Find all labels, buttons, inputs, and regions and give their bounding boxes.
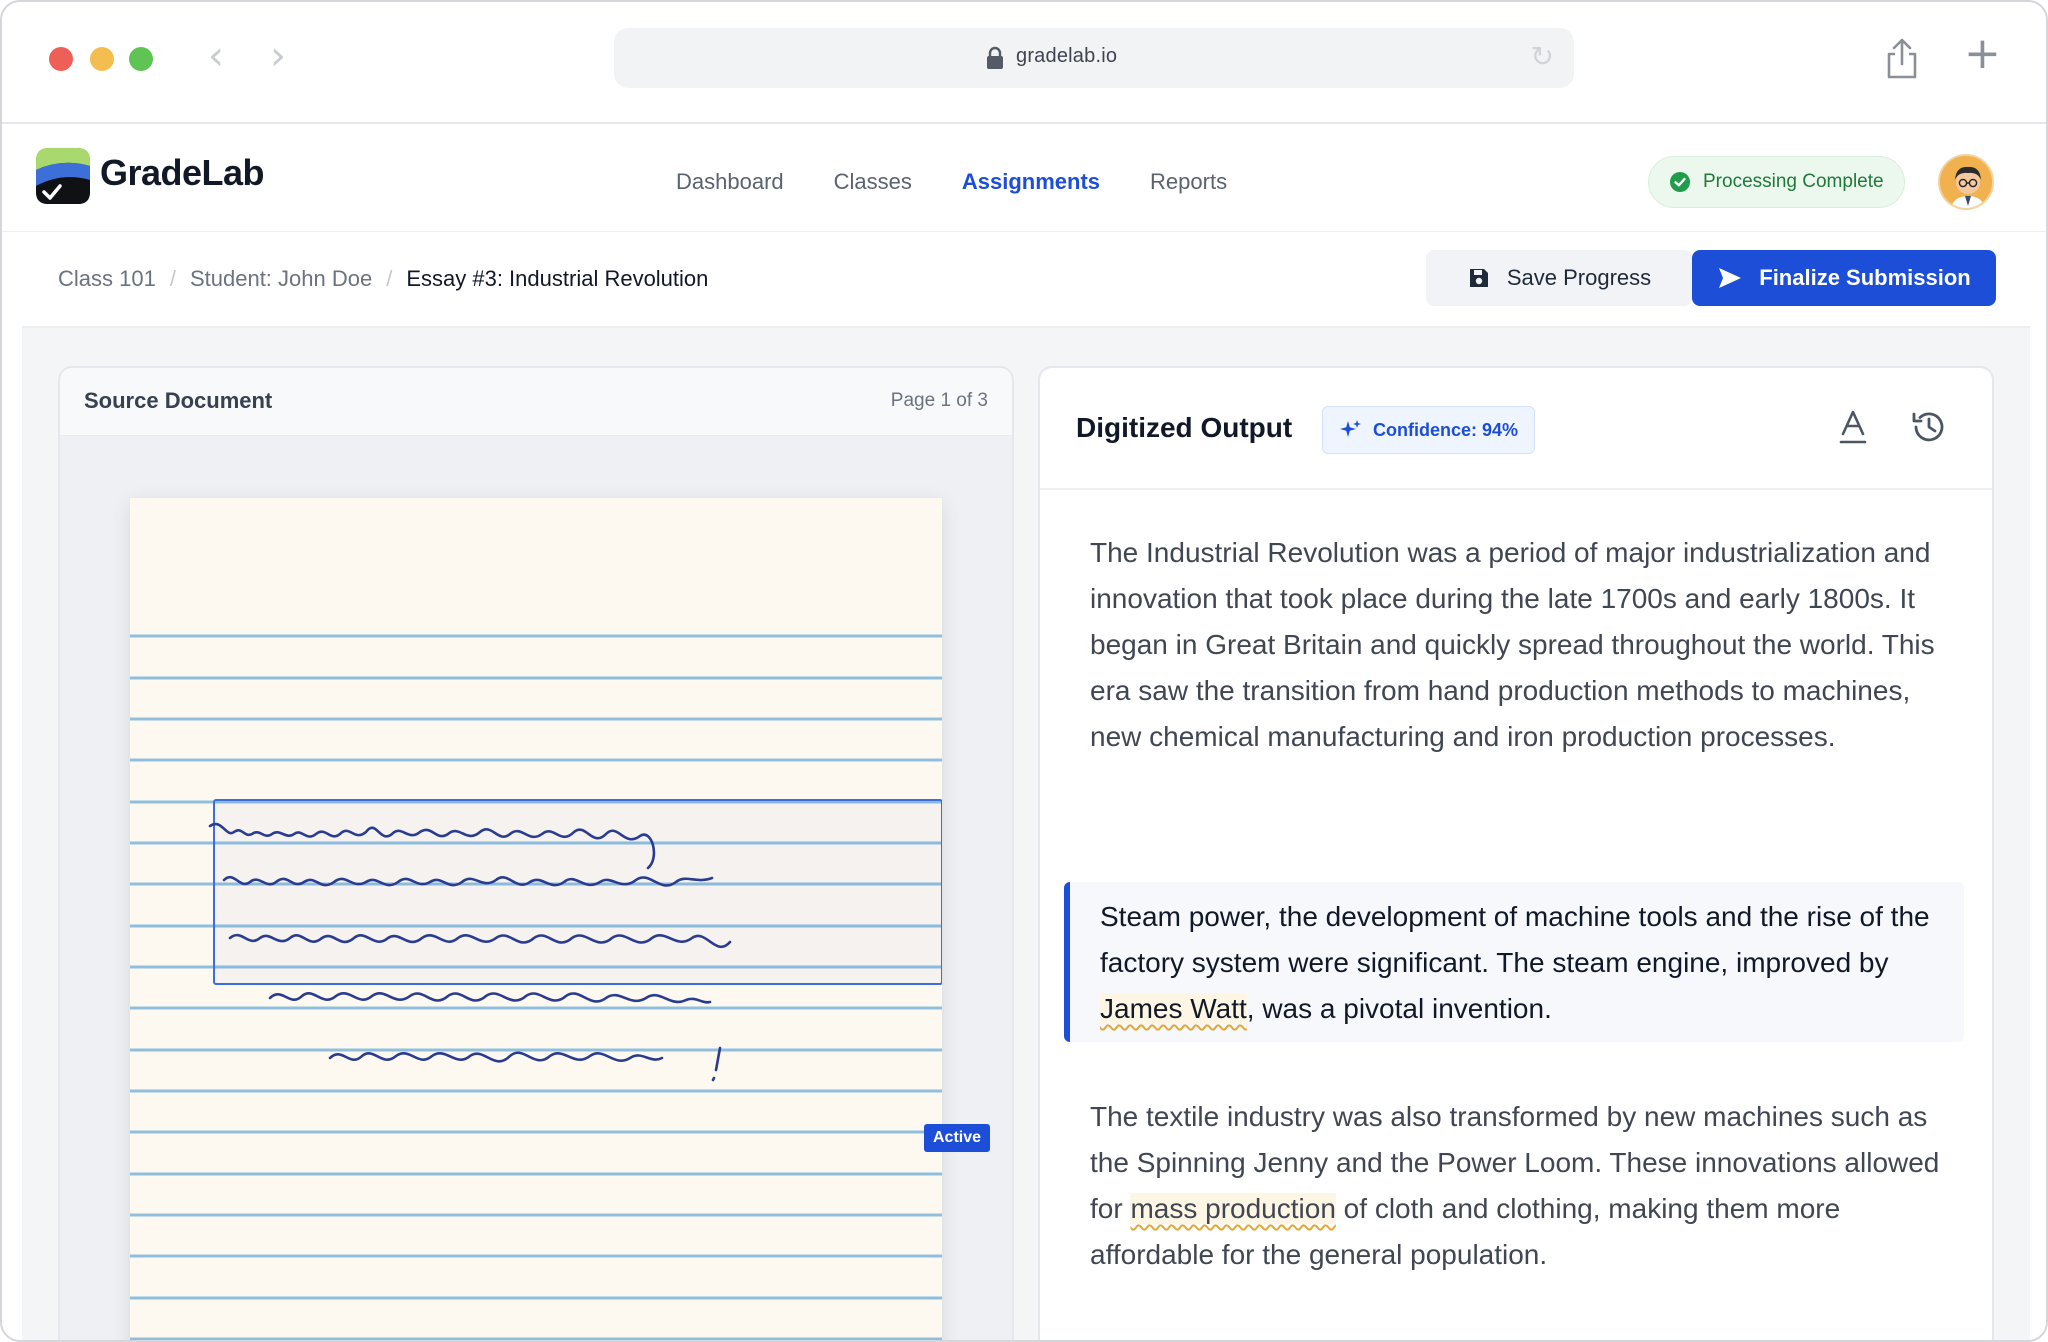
finalize-submission-button[interactable]: Finalize Submission xyxy=(1692,250,1996,306)
output-panel-title: Digitized Output xyxy=(1076,412,1293,443)
nav-assignments[interactable]: Assignments xyxy=(962,169,1100,195)
browser-toolbar: ‹ › gradelab.io ↻ + xyxy=(2,2,2046,124)
breadcrumb: Class 101 / Student: John Doe / Essay #3… xyxy=(58,266,708,292)
status-badge: Processing Complete xyxy=(1648,156,1905,208)
check-circle-icon xyxy=(1670,172,1690,192)
finalize-submission-label: Finalize Submission xyxy=(1759,265,1971,290)
confidence-text: Confidence: 94% xyxy=(1373,419,1519,440)
address-bar[interactable]: gradelab.io ↻ xyxy=(614,28,1574,88)
forward-arrow-icon[interactable]: › xyxy=(270,36,286,76)
paragraph-2-text-after: , was a pivotal invention. xyxy=(1246,993,1552,1024)
maximize-window-button[interactable] xyxy=(129,47,153,71)
output-panel-header: Digitized Output Confidence: 94% xyxy=(1040,368,1992,490)
user-avatar[interactable] xyxy=(1938,154,1994,210)
status-text: Processing Complete xyxy=(1703,171,1884,192)
breadcrumb-class[interactable]: Class 101 xyxy=(58,266,156,292)
paragraph-2-text-before: Steam power, the development of machine … xyxy=(1100,901,1930,978)
nav-reports[interactable]: Reports xyxy=(1150,169,1227,195)
output-paragraph-2[interactable]: Steam power, the development of machine … xyxy=(1100,894,1950,1032)
close-window-button[interactable] xyxy=(49,47,73,71)
nav-dashboard[interactable]: Dashboard xyxy=(676,169,784,195)
confidence-badge: Confidence: 94% xyxy=(1322,406,1536,454)
url-text: gradelab.io xyxy=(1016,45,1118,67)
text-format-icon[interactable] xyxy=(1836,408,1870,446)
flagged-term-james-watt[interactable]: James Watt xyxy=(1100,993,1247,1024)
share-icon[interactable] xyxy=(1884,36,1920,80)
brand-name: GradeLab xyxy=(100,152,265,193)
minimize-window-button[interactable] xyxy=(90,47,114,71)
handwriting-drawing xyxy=(130,634,942,1340)
breadcrumb-student[interactable]: Student: John Doe xyxy=(190,266,372,292)
new-tab-plus-icon[interactable]: + xyxy=(1964,32,2001,76)
output-paragraph-1[interactable]: The Industrial Revolution was a period o… xyxy=(1090,530,1950,760)
source-panel-title: Source Document xyxy=(84,388,273,413)
nav-classes[interactable]: Classes xyxy=(834,169,912,195)
save-disk-icon xyxy=(1469,269,1488,287)
app-header: GradeLab Dashboard Classes Assignments R… xyxy=(2,124,2046,232)
workspace: Source Document Page 1 of 3 Active Digit… xyxy=(22,328,2030,1340)
output-paragraph-3[interactable]: The textile industry was also transforme… xyxy=(1090,1094,1950,1278)
source-panel-header: Source Document Page 1 of 3 xyxy=(60,368,1012,436)
gradelab-logo-icon[interactable] xyxy=(32,144,94,208)
send-icon xyxy=(1719,268,1742,288)
handwritten-page-image[interactable] xyxy=(130,498,942,1340)
sparkle-icon xyxy=(1340,420,1361,437)
reload-icon[interactable]: ↻ xyxy=(1531,40,1554,73)
source-document-panel: Source Document Page 1 of 3 Active xyxy=(58,366,1014,1340)
main-nav: Dashboard Classes Assignments Reports xyxy=(676,169,1277,195)
page-toolbar: Class 101 / Student: John Doe / Essay #3… xyxy=(22,232,2030,328)
breadcrumb-current: Essay #3: Industrial Revolution xyxy=(406,266,709,291)
user-avatar-icon xyxy=(1940,156,1992,208)
breadcrumb-separator: / xyxy=(169,266,176,291)
digitized-output-panel: Digitized Output Confidence: 94% The Ind… xyxy=(1038,366,1994,1340)
lock-icon xyxy=(987,46,1003,69)
flagged-term-mass-production[interactable]: mass production xyxy=(1130,1193,1336,1224)
active-region-badge: Active xyxy=(924,1124,991,1152)
page-indicator: Page 1 of 3 xyxy=(890,390,988,411)
save-progress-button[interactable]: Save Progress xyxy=(1426,250,1692,306)
breadcrumb-separator: / xyxy=(386,266,393,291)
back-arrow-icon[interactable]: ‹ xyxy=(208,36,224,76)
browser-window: ‹ › gradelab.io ↻ + GradeLab Dashboard C… xyxy=(0,0,2048,1342)
save-progress-label: Save Progress xyxy=(1506,265,1652,290)
history-icon[interactable] xyxy=(1910,408,1948,446)
active-paragraph-block[interactable]: Steam power, the development of machine … xyxy=(1064,882,1964,1042)
